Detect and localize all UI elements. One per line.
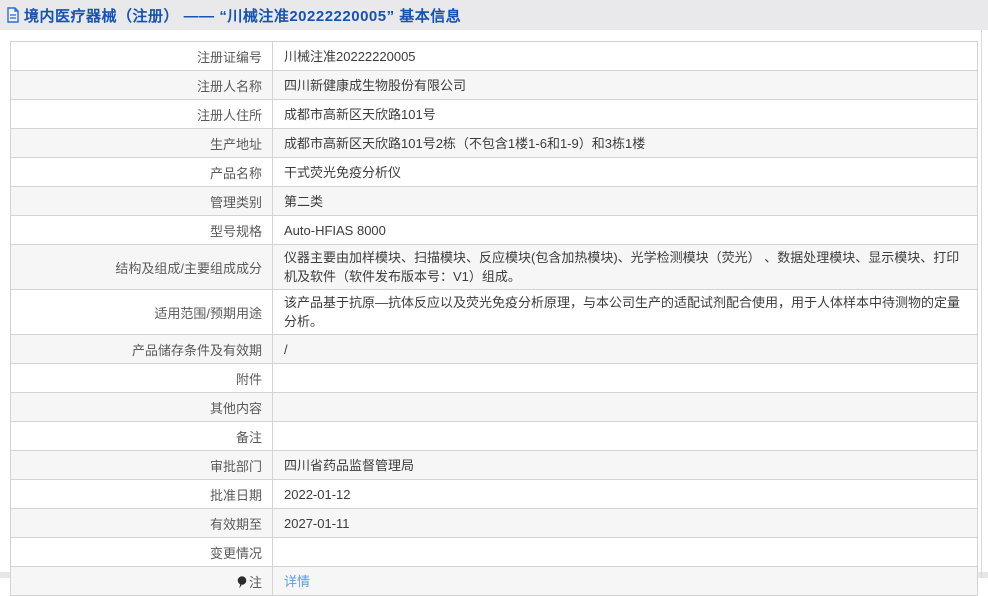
table-row: 附件 [10,363,978,393]
table-row: 变更情况 [10,537,978,567]
row-label: 注册人名称 [10,70,273,100]
table-row: 注册证编号 川械注准20222220005 [10,41,978,71]
table-row: 注册人住所 成都市高新区天欣路101号 [10,99,978,129]
row-label: 产品名称 [10,157,273,187]
row-label: 有效期至 [10,508,273,538]
row-label: 型号规格 [10,215,273,245]
table-row: 注册人名称 四川新健康成生物股份有限公司 [10,70,978,100]
row-label: 审批部门 [10,450,273,480]
row-label: 其他内容 [10,392,273,422]
row-value: 第二类 [272,186,978,216]
row-label: 管理类别 [10,186,273,216]
row-value: 四川新健康成生物股份有限公司 [272,70,978,100]
row-label: 适用范围/预期用途 [10,289,273,335]
table-row: 产品储存条件及有效期 / [10,334,978,364]
page-title: 境内医疗器械（注册） —— “川械注准20222220005” 基本信息 [24,7,462,25]
table-row: 适用范围/预期用途 该产品基于抗原—抗体反应以及荧光免疫分析原理，与本公司生产的适… [10,289,978,335]
table-row: 产品名称 干式荧光免疫分析仪 [10,157,978,187]
row-label: 附件 [10,363,273,393]
row-label: 注 [10,566,273,596]
table-row: 备注 [10,421,978,451]
row-value: 四川省药品监督管理局 [272,450,978,480]
row-value [272,421,978,451]
row-value [272,537,978,567]
row-value: 川械注准20222220005 [272,41,978,71]
row-label: 批准日期 [10,479,273,509]
row-value [272,363,978,393]
page-header: 境内医疗器械（注册） —— “川械注准20222220005” 基本信息 [0,0,988,30]
table-row: 型号规格 Auto-HFIAS 8000 [10,215,978,245]
note-bulb-icon [237,575,247,588]
row-label: 生产地址 [10,128,273,158]
table-row: 管理类别 第二类 [10,186,978,216]
table-row: 批准日期 2022-01-12 [10,479,978,509]
row-value [272,392,978,422]
table-row: 注详情 [10,566,978,596]
row-value: 干式荧光免疫分析仪 [272,157,978,187]
row-value: Auto-HFIAS 8000 [272,215,978,245]
table-row: 结构及组成/主要组成成分 仪器主要由加样模块、扫描模块、反应模块(包含加热模块)、… [10,244,978,290]
row-label: 变更情况 [10,537,273,567]
document-icon [7,7,19,23]
row-label: 产品储存条件及有效期 [10,334,273,364]
row-value: 成都市高新区天欣路101号2栋（不包含1楼1-6和1-9）和3栋1楼 [272,128,978,158]
row-value: 该产品基于抗原—抗体反应以及荧光免疫分析原理，与本公司生产的适配试剂配合使用，用… [272,289,978,335]
detail-link[interactable]: 详情 [284,574,310,589]
row-value: / [272,334,978,364]
table-row: 其他内容 [10,392,978,422]
row-label: 注册人住所 [10,99,273,129]
row-value: 详情 [272,566,978,596]
row-value: 2027-01-11 [272,508,978,538]
row-value: 仪器主要由加样模块、扫描模块、反应模块(包含加热模块)、光学检测模块（荧光） 、… [272,244,978,290]
row-label: 备注 [10,421,273,451]
row-value: 成都市高新区天欣路101号 [272,99,978,129]
table-row: 生产地址 成都市高新区天欣路101号2栋（不包含1楼1-6和1-9）和3栋1楼 [10,128,978,158]
page-right-divider [981,30,982,578]
row-value: 2022-01-12 [272,479,978,509]
row-label: 结构及组成/主要组成成分 [10,244,273,290]
row-label: 注册证编号 [10,41,273,71]
table-row: 审批部门 四川省药品监督管理局 [10,450,978,480]
registration-info-table: 注册证编号 川械注准20222220005 注册人名称 四川新健康成生物股份有限公司注… [10,41,978,596]
table-row: 有效期至 2027-01-11 [10,508,978,538]
